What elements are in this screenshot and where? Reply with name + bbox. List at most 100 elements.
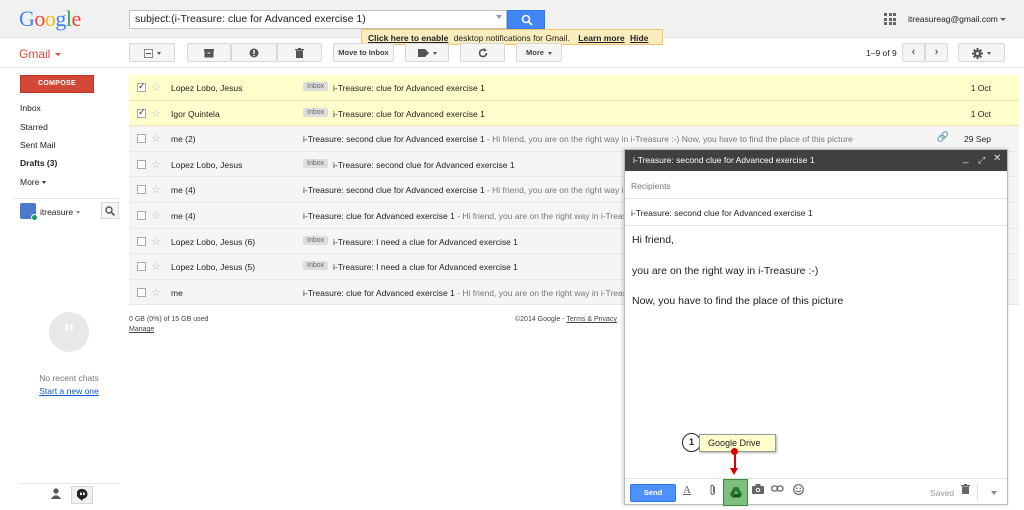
row-checkbox[interactable] [137, 287, 146, 297]
sidebar-item-inbox[interactable]: Inbox [20, 103, 41, 113]
attachment-icon: 🔗 [936, 132, 949, 144]
enable-notifications-link[interactable]: Click here to enable [368, 33, 448, 43]
email-row[interactable]: ☆ Lopez Lobo, Jesus Inbox i-Treasure: cl… [129, 75, 1019, 101]
email-subject-text: i-Treasure: clue for Advanced exercise 1 [333, 83, 485, 93]
sidebar-item-more[interactable]: More [20, 177, 47, 187]
email-snippet: - Hi friend, you are on the right way in… [484, 134, 853, 145]
star-icon[interactable]: ☆ [151, 183, 161, 196]
refresh-button[interactable] [460, 43, 505, 62]
manage-storage-link[interactable]: Manage [129, 326, 154, 333]
email-subject: i-Treasure: second clue for Advanced exe… [303, 185, 669, 195]
star-icon[interactable]: ☆ [151, 286, 161, 299]
google-drive-button[interactable] [723, 479, 748, 506]
divider [20, 483, 120, 484]
start-new-chat-link[interactable]: Start a new one [0, 386, 138, 396]
copyright-text: ©2014 Google - [515, 316, 567, 323]
star-icon[interactable]: ☆ [151, 132, 161, 145]
insert-link-icon[interactable] [771, 484, 784, 496]
apps-grid-icon[interactable] [884, 13, 896, 25]
sidebar-item-sent[interactable]: Sent Mail [20, 140, 55, 150]
hangouts-button[interactable] [71, 486, 93, 504]
chevron-down-icon[interactable] [76, 211, 80, 214]
email-subject-text: i-Treasure: I need a clue for Advanced e… [333, 236, 518, 247]
chevron-down-icon[interactable] [1000, 18, 1006, 21]
star-icon[interactable]: ☆ [151, 81, 161, 94]
spam-icon [249, 48, 259, 58]
labels-button[interactable] [405, 43, 449, 62]
row-checkbox[interactable] [137, 236, 146, 246]
message-body[interactable]: Hi friend, you are on the right way in i… [632, 235, 843, 327]
expand-icon[interactable]: ⤢ [978, 155, 985, 166]
formatting-icon[interactable]: A [683, 484, 691, 496]
compose-button[interactable]: COMPOSE [20, 75, 94, 93]
more-button[interactable]: More [516, 43, 562, 62]
avatar[interactable] [20, 203, 38, 221]
row-checkbox[interactable] [137, 107, 146, 118]
delete-button[interactable] [277, 43, 322, 62]
star-icon[interactable]: ☆ [151, 235, 161, 248]
row-checkbox[interactable] [137, 262, 146, 272]
row-checkbox[interactable] [137, 211, 146, 220]
row-checkbox[interactable] [137, 134, 146, 144]
compose-toolbar: Send A Saved [625, 478, 1007, 506]
insert-emoji-icon[interactable] [793, 484, 804, 498]
chevron-down-icon[interactable] [55, 53, 61, 56]
send-button[interactable]: Send [630, 484, 676, 502]
body-line: you are on the right way in i-Treasure :… [632, 264, 819, 277]
minimize-icon[interactable]: _ [963, 153, 969, 164]
google-logo[interactable]: Google [19, 6, 81, 32]
star-icon[interactable]: ☆ [151, 107, 161, 120]
notification-text: desktop notifications for Gmail. [453, 33, 570, 43]
sidebar-item-drafts[interactable]: Drafts (3) [20, 158, 57, 168]
star-icon[interactable]: ☆ [151, 209, 161, 222]
search-input[interactable]: subject:(i-Treasure: clue for Advanced e… [129, 10, 507, 29]
hide-link[interactable]: Hide [630, 33, 648, 43]
person-icon[interactable] [51, 488, 61, 501]
discard-draft-icon[interactable] [961, 484, 970, 497]
gmail-menu[interactable]: Gmail [19, 47, 50, 61]
older-button[interactable]: › [925, 43, 948, 62]
settings-button[interactable] [958, 43, 1005, 62]
checkbox-icon [143, 48, 153, 58]
search-people-button[interactable] [101, 202, 119, 219]
email-date: 1 Oct [970, 108, 991, 119]
attach-file-icon[interactable] [709, 484, 717, 499]
email-sender: me [171, 287, 183, 298]
select-button[interactable] [129, 43, 175, 62]
user-name[interactable]: itreasure [40, 207, 73, 217]
inbox-label: Inbox [303, 261, 329, 271]
star-icon[interactable]: ☆ [151, 158, 161, 171]
more-options-icon[interactable] [991, 491, 997, 495]
search-button[interactable] [507, 10, 545, 29]
logo-letter: g [55, 6, 66, 31]
sidebar-item-starred[interactable]: Starred [20, 122, 48, 132]
row-checkbox[interactable] [137, 159, 146, 169]
email-sender: me (4) [171, 185, 196, 196]
compose-title[interactable]: i-Treasure: second clue for Advanced exe… [625, 150, 1007, 171]
email-subject-text: i-Treasure: clue for Advanced exercise 1 [303, 211, 455, 221]
insert-photo-icon[interactable] [752, 484, 764, 497]
newer-button[interactable]: ‹ [902, 43, 925, 62]
learn-more-link[interactable]: Learn more [578, 33, 624, 43]
archive-button[interactable] [187, 43, 231, 62]
search-icon [105, 206, 115, 216]
email-subject: i-Treasure: I need a clue for Advanced e… [333, 262, 518, 272]
close-icon[interactable]: ✕ [993, 153, 1001, 164]
search-options-icon[interactable] [496, 15, 502, 19]
email-subject: i-Treasure: second clue for Advanced exe… [333, 160, 515, 170]
email-row[interactable]: ☆ me (2) i-Treasure: second clue for Adv… [129, 126, 1019, 152]
terms-link[interactable]: Terms & Privacy [566, 316, 617, 323]
recipients-field[interactable]: Recipients [625, 173, 1007, 199]
email-row[interactable]: ☆ Igor Quintela Inbox i-Treasure: clue f… [129, 100, 1019, 127]
subject-field[interactable]: i-Treasure: second clue for Advanced exe… [625, 200, 1007, 226]
move-to-inbox-button[interactable]: Move to Inbox [333, 43, 394, 62]
inbox-label: Inbox [303, 235, 329, 245]
email-subject-text: i-Treasure: I need a clue for Advanced e… [333, 262, 518, 273]
report-spam-button[interactable] [231, 43, 277, 62]
row-checkbox[interactable] [137, 185, 146, 195]
email-subject: i-Treasure: clue for Advanced exercise 1… [303, 288, 639, 298]
saved-status: Saved [930, 488, 955, 498]
star-icon[interactable]: ☆ [151, 260, 161, 273]
account-email[interactable]: itreasureag@gmail.com [908, 14, 998, 24]
row-checkbox[interactable] [137, 81, 146, 92]
